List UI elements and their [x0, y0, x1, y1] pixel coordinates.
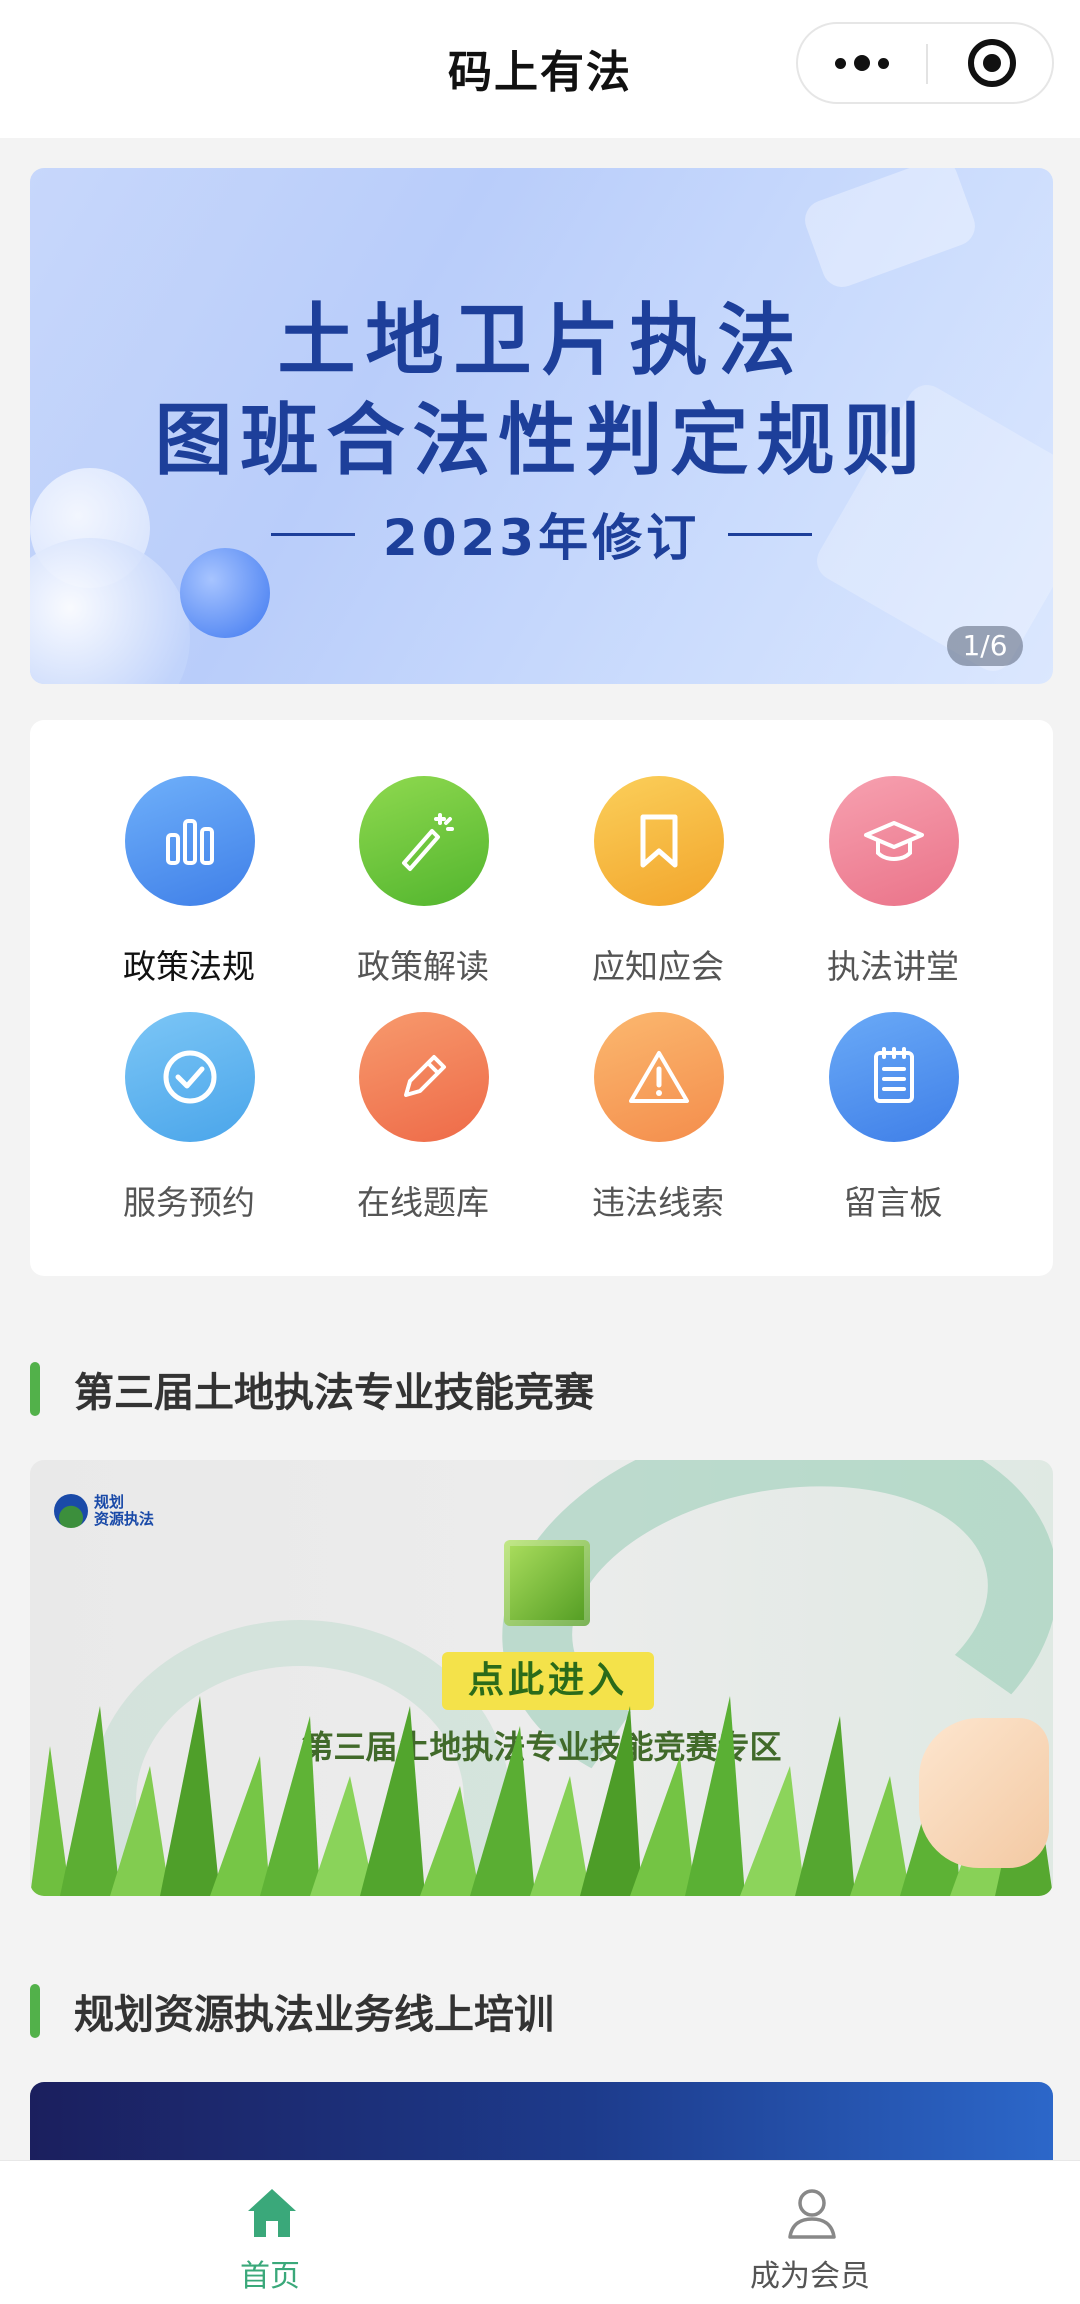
section-accent-bar: [30, 1984, 40, 2038]
capsule-divider: [926, 44, 928, 84]
divider: [270, 532, 355, 536]
section-accent-bar: [30, 1362, 40, 1416]
logo-mark-icon: [54, 1494, 88, 1528]
check-circle-icon: [125, 1012, 255, 1142]
graduation-cap-icon: [829, 776, 959, 906]
section-header-competition: 第三届土地执法专业技能竞赛: [30, 1354, 1030, 1416]
section-title: 规划资源执法业务线上培训: [74, 1992, 554, 2038]
grid-item-label: 违法线索: [592, 1183, 724, 1222]
grid-item-label: 服务预约: [123, 1183, 255, 1222]
magic-wand-icon: [359, 776, 489, 906]
bar-chart-icon: [125, 776, 255, 906]
notepad-icon: [829, 1012, 959, 1142]
pencil-icon: [359, 1012, 489, 1142]
carousel-pager: 1/6: [947, 626, 1023, 666]
banner-decor: [799, 168, 981, 293]
grid-item-label: 政策解读: [357, 947, 489, 986]
section-title: 第三届土地执法专业技能竞赛: [74, 1370, 594, 1416]
logo-text-line1: 规划: [94, 1493, 125, 1511]
target-icon[interactable]: [968, 39, 1016, 87]
grid-item-question-bank[interactable]: 在线题库: [323, 1012, 523, 1222]
tab-home[interactable]: 首页: [0, 2161, 540, 2304]
user-icon: [784, 2185, 840, 2241]
section-header-training: 规划资源执法业务线上培训: [30, 1976, 1030, 2038]
tab-label: 首页: [240, 2259, 300, 2294]
grid-item-policy-laws[interactable]: 政策法规: [89, 776, 289, 986]
grid-item-label: 执法讲堂: [827, 947, 959, 986]
feature-grid: 政策法规 政策解读 应知应会 执法讲堂 服务预约 在线题库 违法线索 留言板: [30, 720, 1053, 1276]
home-icon: [244, 2185, 300, 2241]
bottom-tab-bar: 首页 成为会员: [0, 2160, 1080, 2304]
banner-title-line2: 图班合法性判定规则: [154, 396, 929, 486]
more-dots-icon[interactable]: [798, 24, 926, 102]
mini-program-capsule: [796, 22, 1054, 104]
grid-item-service-booking[interactable]: 服务预约: [89, 1012, 289, 1222]
pointing-hand-illustration: [919, 1718, 1049, 1868]
divider: [728, 532, 813, 536]
grid-item-label: 应知应会: [592, 947, 724, 986]
grid-item-policy-interpretation[interactable]: 政策解读: [323, 776, 523, 986]
tab-label: 成为会员: [750, 2259, 870, 2294]
grid-item-label: 政策法规: [123, 947, 255, 986]
grid-item-must-know[interactable]: 应知应会: [558, 776, 758, 986]
grass-illustration: [30, 1696, 1053, 1896]
grid-item-label: 留言板: [843, 1183, 943, 1222]
bookmark-icon: [594, 776, 724, 906]
tab-become-member[interactable]: 成为会员: [540, 2161, 1080, 2304]
grid-item-label: 在线题库: [357, 1183, 489, 1222]
grid-item-message-board[interactable]: 留言板: [793, 1012, 993, 1222]
banner-carousel[interactable]: 土地卫片执法 图班合法性判定规则 2023年修订 1/6: [30, 168, 1053, 684]
logo-text-line2: 资源执法: [94, 1510, 155, 1528]
grid-item-law-lecture[interactable]: 执法讲堂: [793, 776, 993, 986]
banner-title-line1: 土地卫片执法: [277, 296, 806, 386]
warning-icon: [594, 1012, 724, 1142]
banner-subtitle-text: 2023年修订: [382, 509, 701, 567]
banner-subtitle: 2023年修订: [30, 498, 1053, 570]
grid-item-violation-clues[interactable]: 违法线索: [558, 1012, 758, 1222]
org-logo: 规划 资源执法: [54, 1494, 154, 1528]
top-navbar: 码上有法: [0, 0, 1080, 138]
cube-icon: [504, 1540, 590, 1626]
competition-banner[interactable]: 规划 资源执法 点此进入 第三届土地执法专业技能竞赛专区: [30, 1460, 1053, 1896]
